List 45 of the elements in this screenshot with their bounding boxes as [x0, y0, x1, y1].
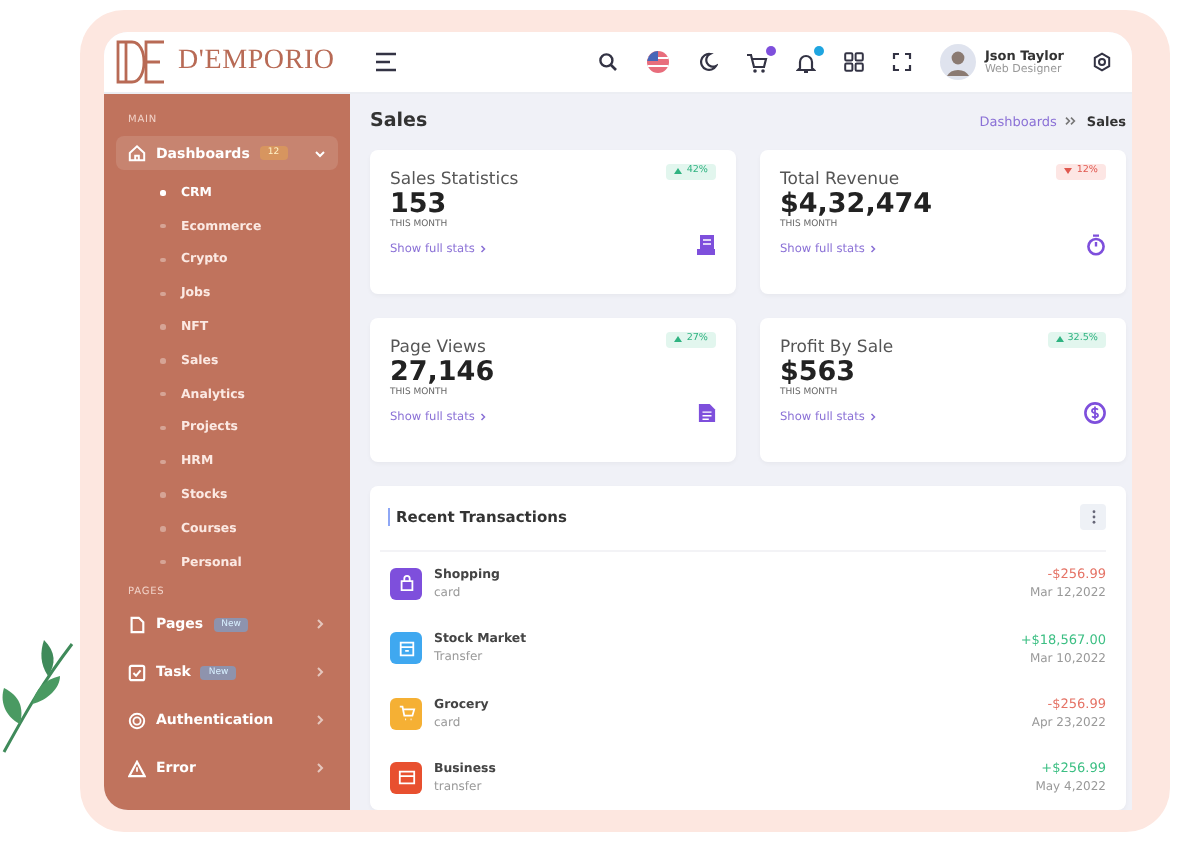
dollar-coin-icon	[1084, 401, 1106, 424]
up-arrow-icon	[674, 168, 683, 175]
settings-icon[interactable]	[1092, 52, 1112, 72]
card-title: Sales Statistics	[390, 169, 519, 190]
card-title: Page Views	[390, 337, 486, 358]
stat-value: 153	[390, 189, 449, 220]
bell-icon[interactable]	[796, 51, 817, 73]
chevron-icon	[314, 762, 326, 775]
chevron-icon	[480, 244, 487, 255]
up-arrow-icon	[1055, 336, 1064, 343]
down-arrow-icon	[1064, 168, 1073, 175]
page-title: Sales	[370, 110, 428, 133]
fullscreen-icon[interactable]	[892, 52, 913, 72]
chevron-icon	[314, 714, 326, 727]
fingerprint-icon	[128, 711, 146, 730]
flag-icon[interactable]	[646, 50, 671, 74]
chevron-icon	[314, 618, 326, 631]
chevron-icon	[1064, 116, 1079, 127]
document-icon	[698, 401, 716, 424]
chevron-icon	[314, 666, 326, 679]
apps-grid-icon[interactable]	[844, 52, 865, 72]
notification-dot	[814, 45, 825, 55]
stat-value: 27,146	[390, 357, 497, 388]
search-icon[interactable]	[598, 52, 619, 72]
brand-name: D'EMPORIO	[178, 46, 335, 78]
checkbox-icon	[128, 663, 146, 682]
card-title: Total Revenue	[780, 169, 900, 190]
chevron-icon	[314, 147, 326, 159]
notification-dot	[766, 45, 777, 55]
moon-icon[interactable]	[698, 52, 719, 72]
receipt-icon	[696, 233, 716, 256]
home-icon	[128, 144, 146, 162]
stat-value: $4,32,474	[780, 189, 935, 220]
chevron-icon	[480, 412, 487, 423]
stat-value: $563	[780, 357, 858, 388]
card-title: Profit By Sale	[780, 337, 894, 358]
menu-icon[interactable]	[374, 52, 398, 72]
file-icon	[128, 615, 146, 634]
cart-icon[interactable]	[746, 51, 769, 73]
avatar[interactable]	[940, 44, 977, 80]
up-arrow-icon	[674, 336, 683, 343]
stopwatch-icon	[1086, 233, 1106, 256]
chevron-icon	[870, 244, 877, 255]
chevron-icon	[870, 412, 877, 423]
warning-icon	[128, 759, 146, 778]
